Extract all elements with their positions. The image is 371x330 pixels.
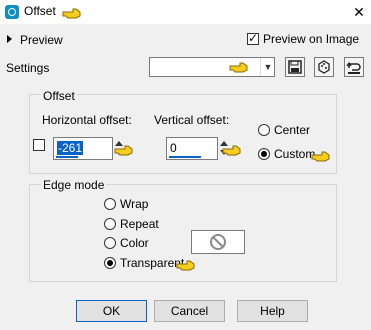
close-button[interactable]: ✕ — [350, 3, 368, 21]
edge-repeat-label: Repeat — [120, 217, 159, 231]
preview-toggle[interactable]: Preview — [20, 33, 63, 47]
edge-color-label: Color — [120, 236, 149, 250]
pointing-hand-icon — [114, 144, 134, 159]
horizontal-offset-slider[interactable] — [56, 156, 78, 158]
help-button[interactable]: Help — [237, 300, 308, 322]
save-preset-button[interactable] — [285, 57, 305, 77]
pointing-hand-icon — [229, 61, 249, 76]
settings-combo[interactable] — [149, 57, 275, 77]
pointing-hand-icon — [176, 259, 196, 274]
center-radio[interactable] — [258, 124, 270, 136]
window-title: Offset — [24, 4, 56, 18]
expand-triangle-icon[interactable] — [7, 35, 12, 43]
custom-radio-label: Custom — [274, 147, 316, 161]
chevron-down-icon[interactable]: ▼ — [260, 58, 275, 76]
pointing-hand-icon — [311, 150, 331, 165]
offset-group-title: Offset — [41, 89, 77, 103]
edge-transparent-radio[interactable] — [104, 257, 116, 269]
edge-mode-group-title: Edge mode — [41, 178, 107, 192]
center-radio-label: Center — [274, 123, 311, 137]
link-offsets-checkbox[interactable] — [33, 139, 45, 151]
randomize-dice-icon — [318, 60, 330, 74]
edge-repeat-radio[interactable] — [104, 218, 116, 230]
edge-color-radio[interactable] — [104, 237, 116, 249]
pointing-hand-icon — [222, 144, 242, 159]
no-entry-icon — [210, 234, 226, 250]
horizontal-offset-value: -261 — [57, 141, 84, 155]
ok-button[interactable]: OK — [76, 300, 147, 322]
app-icon — [5, 5, 19, 19]
cancel-button[interactable]: Cancel — [154, 300, 225, 322]
save-preset-icon — [288, 60, 302, 74]
reset-arrow-icon — [346, 61, 361, 74]
edge-color-swatch[interactable] — [191, 230, 245, 254]
randomize-button[interactable] — [314, 57, 334, 77]
vertical-offset-slider[interactable] — [169, 156, 201, 158]
vertical-offset-value: 0 — [170, 141, 177, 155]
edge-transparent-label: Transparent — [120, 256, 185, 270]
vertical-offset-input[interactable]: 0 — [166, 137, 218, 160]
reset-button[interactable] — [344, 57, 364, 77]
horizontal-offset-input[interactable]: -261 — [53, 137, 113, 160]
pointing-hand-icon — [62, 7, 82, 22]
edge-wrap-radio[interactable] — [104, 198, 116, 210]
settings-label: Settings — [6, 61, 50, 75]
custom-radio[interactable] — [258, 148, 270, 160]
edge-wrap-label: Wrap — [120, 197, 149, 211]
preview-on-image-checkbox[interactable] — [247, 31, 259, 45]
preview-on-image-label: Preview on Image — [263, 32, 360, 46]
horizontal-offset-label: Horizontal offset: — [42, 113, 132, 127]
vertical-offset-label: Vertical offset: — [154, 113, 230, 127]
